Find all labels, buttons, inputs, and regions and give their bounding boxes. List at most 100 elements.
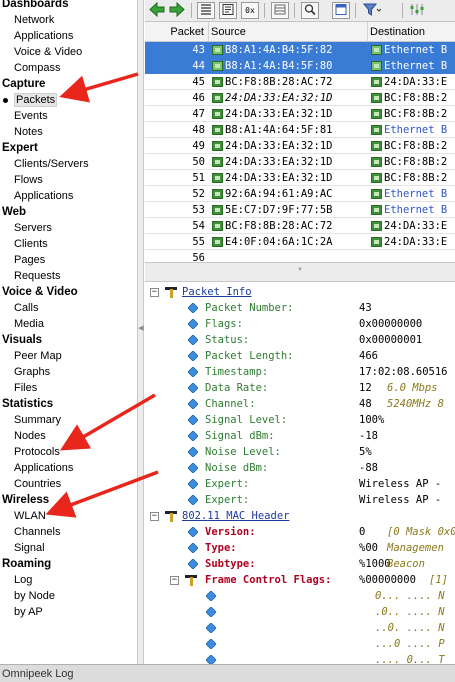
flag-bit-row[interactable]: ..0. .... N <box>145 620 455 636</box>
back-arrow-icon[interactable] <box>148 1 166 19</box>
sidebar-item[interactable]: Log <box>0 572 137 588</box>
flag-bit-row[interactable]: .0.. .... N <box>145 604 455 620</box>
decode-field-row[interactable]: Data Rate: 12 6.0 Mbps <box>145 380 455 396</box>
packet-row[interactable]: 46 24:DA:33:EA:32:1D BC:F8:8B:2 <box>145 90 455 106</box>
decode-field-row[interactable]: Timestamp: 17:02:08.60516 <box>145 364 455 380</box>
section-title[interactable]: 802.11 MAC Header <box>182 508 289 524</box>
packet-row[interactable]: 54 BC:F8:8B:28:AC:72 24:DA:33:E <box>145 218 455 234</box>
packet-row[interactable]: 56 <box>145 250 455 262</box>
field-name: Data Rate: <box>205 382 269 394</box>
packet-decode-tree[interactable]: − Packet Info Packet Number: 43 Flags: 0x0000… <box>145 282 455 664</box>
sidebar-item[interactable]: Countries <box>0 476 137 492</box>
section-title[interactable]: Packet Info <box>182 284 252 300</box>
sidebar-item[interactable]: Summary <box>0 412 137 428</box>
sidebar-item[interactable]: Protocols <box>0 444 137 460</box>
find-icon[interactable] <box>301 2 319 19</box>
packet-row[interactable]: 53 5E:C7:D7:9F:77:5B Ethernet B <box>145 202 455 218</box>
sidebar-item[interactable]: Compass <box>0 60 137 76</box>
column-header-packet[interactable]: Packet <box>145 22 209 42</box>
frame-control-flags-row[interactable]: − Frame Control Flags: %00000000 [1] <box>145 572 455 588</box>
packet-list[interactable]: Packet Source Destination 43 B8:A1:4A:B4:… <box>145 22 455 262</box>
packet-destination: BC:F8:8B:2 <box>368 170 455 186</box>
column-header-source[interactable]: Source <box>209 22 368 42</box>
network-node-icon <box>212 141 223 151</box>
packet-row[interactable]: 50 24:DA:33:EA:32:1D BC:F8:8B:2 <box>145 154 455 170</box>
decode-field-row[interactable]: Packet Number: 43 <box>145 300 455 316</box>
decode-field-row[interactable]: Channel: 48 5240MHz 8 <box>145 396 455 412</box>
sidebar-item-label: Compass <box>14 62 61 74</box>
packet-row[interactable]: 43 B8:A1:4A:B4:5F:82 Ethernet B <box>145 42 455 58</box>
decode-field-row[interactable]: Version: 0 [0 Mask 0x03 <box>145 524 455 540</box>
sidebar-item[interactable]: Applications <box>0 188 137 204</box>
sidebar-item[interactable]: by Node <box>0 588 137 604</box>
filter-icon[interactable] <box>362 2 382 19</box>
packet-list-header: Packet Source Destination <box>145 22 455 42</box>
options-icon[interactable] <box>408 2 426 19</box>
decode-field-row[interactable]: Type: %00 Managemen <box>145 540 455 556</box>
sidebar-item[interactable]: Clients <box>0 236 137 252</box>
decode-field-row[interactable]: Packet Length: 466 <box>145 348 455 364</box>
hex-view-icon[interactable]: 0x <box>241 2 259 19</box>
decode-field-row[interactable]: Subtype: %1000 Beacon <box>145 556 455 572</box>
packet-info-header[interactable]: − Packet Info <box>145 284 455 300</box>
sidebar-item[interactable]: WLAN <box>0 508 137 524</box>
sidebar-item[interactable]: Pages <box>0 252 137 268</box>
decode-field-row[interactable]: Noise Level: 5% <box>145 444 455 460</box>
packet-row[interactable]: 49 24:DA:33:EA:32:1D BC:F8:8B:2 <box>145 138 455 154</box>
sidebar-item[interactable]: Channels <box>0 524 137 540</box>
decode-view-icon[interactable] <box>197 2 215 19</box>
decode-field-row[interactable]: Expert: Wireless AP - <box>145 476 455 492</box>
sidebar-item[interactable]: Calls <box>0 300 137 316</box>
sidebar-item[interactable]: by AP <box>0 604 137 620</box>
sidebar-item[interactable]: Signal <box>0 540 137 556</box>
sidebar-item[interactable]: Voice & Video <box>0 44 137 60</box>
packet-row[interactable]: 47 24:DA:33:EA:32:1D BC:F8:8B:2 <box>145 106 455 122</box>
sidebar-item[interactable]: Peer Map <box>0 348 137 364</box>
sidebar-item[interactable]: Graphs <box>0 364 137 380</box>
flag-bit-row[interactable]: 0... .... N <box>145 588 455 604</box>
grid-view-icon[interactable] <box>271 2 289 19</box>
sidebar-item[interactable]: Media <box>0 316 137 332</box>
sidebar-item[interactable]: Events <box>0 108 137 124</box>
splitter-grip-icon[interactable]: ▼ <box>145 267 455 273</box>
decode-field-row[interactable]: Expert: Wireless AP - <box>145 492 455 508</box>
decode-field-row[interactable]: Signal dBm: -18 <box>145 428 455 444</box>
packet-row[interactable]: 52 92:6A:94:61:A9:AC Ethernet B <box>145 186 455 202</box>
sidebar-item[interactable]: Network <box>0 12 137 28</box>
column-header-destination[interactable]: Destination <box>368 22 455 42</box>
decode-field-row[interactable]: Noise dBm: -88 <box>145 460 455 476</box>
forward-arrow-icon[interactable] <box>168 1 186 19</box>
sidebar-item-label: Summary <box>14 414 62 426</box>
sidebar-item[interactable]: Nodes <box>0 428 137 444</box>
flag-bit-row[interactable]: .... 0... T <box>145 652 455 664</box>
sidebar-item[interactable]: Flows <box>0 172 137 188</box>
packet-row[interactable]: 51 24:DA:33:EA:32:1D BC:F8:8B:2 <box>145 170 455 186</box>
sidebar-item[interactable]: Applications <box>0 28 137 44</box>
splitter-grip-icon[interactable]: ◀ <box>138 322 144 336</box>
sidebar-item[interactable]: Packets <box>0 92 137 108</box>
sidebar-item[interactable]: Files <box>0 380 137 396</box>
collapse-toggle-icon[interactable]: − <box>170 576 179 585</box>
sidebar-item[interactable]: Notes <box>0 124 137 140</box>
sidebar-item[interactable]: Clients/Servers <box>0 156 137 172</box>
packet-row[interactable]: 44 B8:A1:4A:B4:5F:80 Ethernet B <box>145 58 455 74</box>
collapse-toggle-icon[interactable]: − <box>150 288 159 297</box>
sidebar-section-header: Statistics <box>2 398 54 410</box>
decode-field-row[interactable]: Flags: 0x00000000 <box>145 316 455 332</box>
list-view-icon[interactable] <box>219 2 237 19</box>
collapse-toggle-icon[interactable]: − <box>150 512 159 521</box>
network-node-icon <box>371 189 382 199</box>
packet-row[interactable]: 45 BC:F8:8B:28:AC:72 24:DA:33:E <box>145 74 455 90</box>
sidebar-item[interactable]: Requests <box>0 268 137 284</box>
field-name: Expert: <box>205 494 250 506</box>
packet-row[interactable]: 48 B8:A1:4A:64:5F:81 Ethernet B <box>145 122 455 138</box>
sidebar-item[interactable]: Applications <box>0 460 137 476</box>
decode-field-row[interactable]: Signal Level: 100% <box>145 412 455 428</box>
packet-row[interactable]: 55 E4:0F:04:6A:1C:2A 24:DA:33:E <box>145 234 455 250</box>
decode-field-row[interactable]: Status: 0x00000001 <box>145 332 455 348</box>
mac-header-section[interactable]: − 802.11 MAC Header <box>145 508 455 524</box>
layout-icon[interactable] <box>332 2 350 19</box>
sidebar-item[interactable]: Servers <box>0 220 137 236</box>
sidebar-item-label: Applications <box>14 30 74 42</box>
flag-bit-row[interactable]: ...0 .... P <box>145 636 455 652</box>
